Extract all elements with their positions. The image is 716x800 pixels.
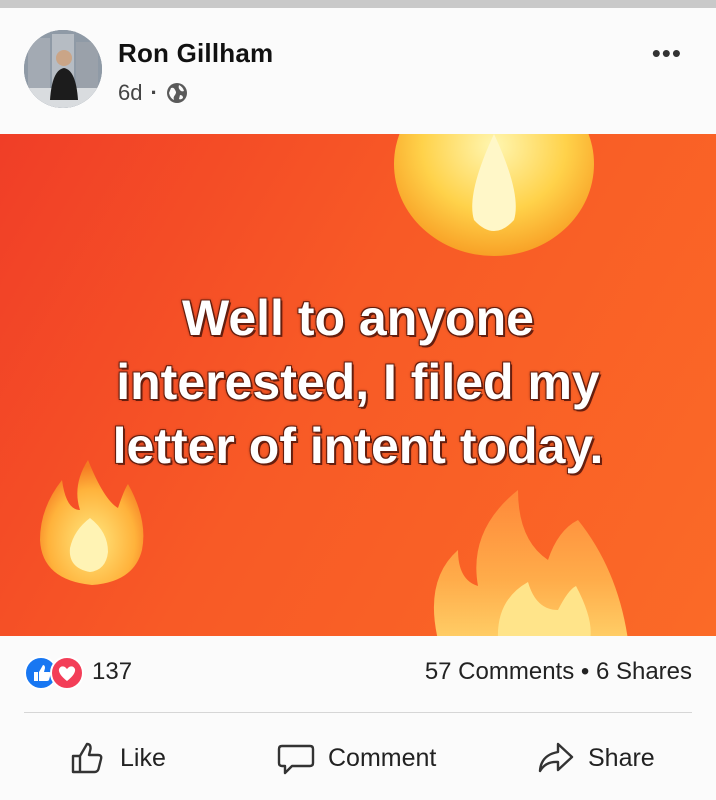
top-strip — [0, 0, 716, 8]
reaction-count[interactable]: 137 — [92, 658, 132, 686]
fire-emoji-icon — [394, 134, 594, 256]
comment-label: Comment — [328, 743, 437, 772]
like-button[interactable]: Like — [68, 738, 166, 778]
thumbs-up-icon — [71, 742, 103, 774]
post-text-banner: Well to anyone interested, I filed my le… — [0, 134, 716, 636]
share-arrow-icon — [538, 742, 574, 773]
avatar[interactable] — [24, 30, 102, 108]
divider — [24, 712, 692, 713]
post-stats: 137 57 Comments • 6 Shares — [0, 636, 716, 706]
comment-button[interactable]: Comment — [276, 738, 436, 778]
speech-bubble-icon — [277, 744, 315, 775]
fire-emoji-icon — [40, 460, 144, 585]
fire-emoji-icon — [433, 490, 628, 636]
post-meta: 6d · — [118, 80, 188, 106]
like-label: Like — [120, 743, 166, 772]
more-options-button[interactable]: ••• — [652, 40, 682, 66]
globe-icon[interactable] — [166, 82, 188, 104]
love-reaction-icon[interactable] — [50, 656, 84, 690]
post-text-line: letter of intent today. — [112, 418, 604, 474]
post-text-line: interested, I filed my — [116, 354, 600, 410]
share-button[interactable]: Share — [536, 738, 655, 778]
post-time[interactable]: 6d — [118, 80, 142, 106]
post-text-line: Well to anyone — [182, 290, 534, 346]
share-label: Share — [588, 743, 655, 772]
meta-separator: · — [150, 80, 158, 105]
author-name[interactable]: Ron Gillham — [118, 38, 273, 69]
post-text: Well to anyone interested, I filed my le… — [40, 286, 676, 478]
comments-shares-count[interactable]: 57 Comments • 6 Shares — [425, 658, 692, 686]
post-actions: Like Comment Share — [0, 730, 716, 792]
